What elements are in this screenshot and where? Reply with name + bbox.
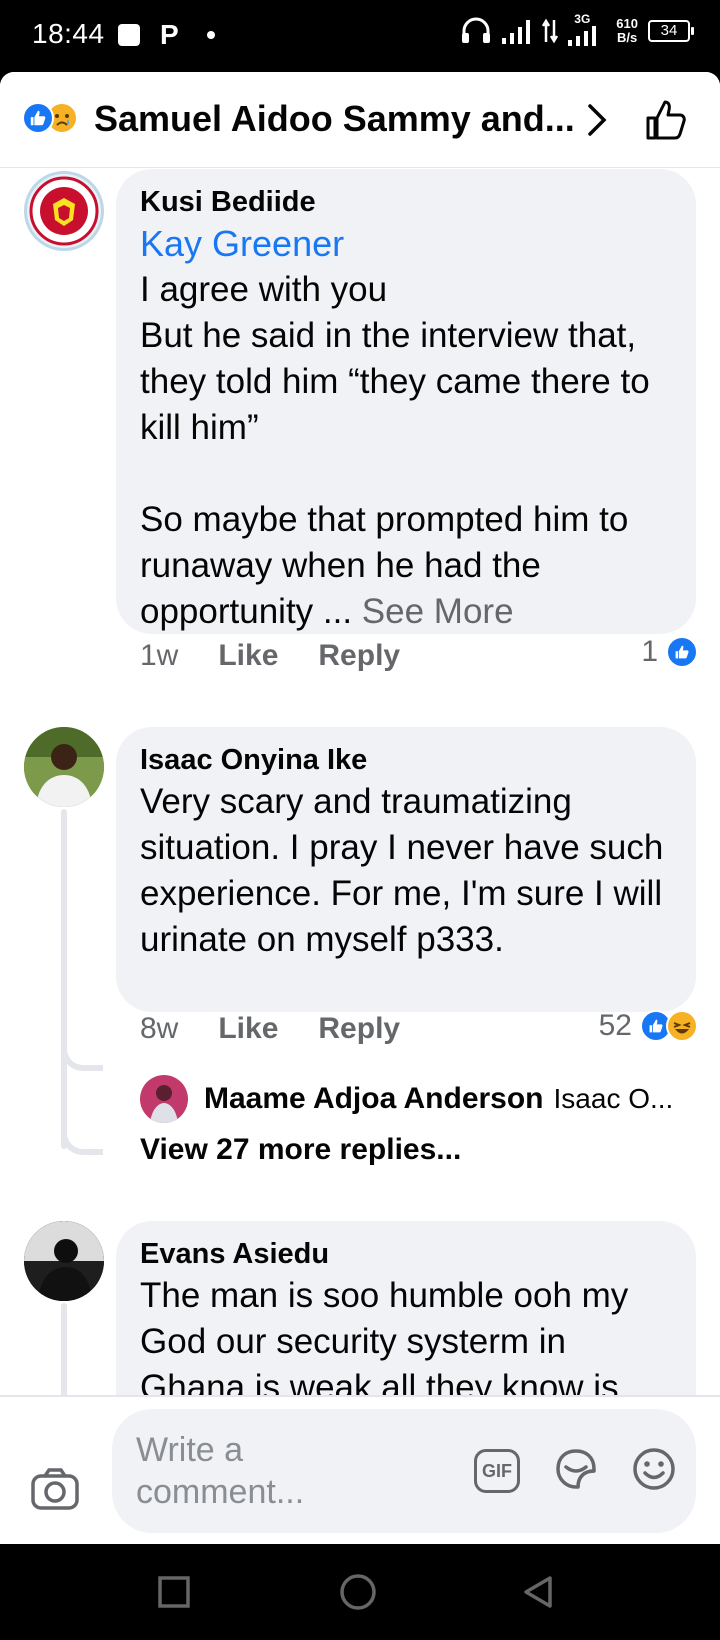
comment-time: 1w bbox=[140, 639, 179, 672]
status-time: 18:44 bbox=[32, 18, 105, 49]
status-bar: 18:44 P 3G 610 B/s 34 bbox=[0, 0, 720, 72]
reply-preview[interactable]: Maame Adjoa Anderson Isaac O... bbox=[140, 1075, 673, 1123]
comment-bubble[interactable]: Kusi Bediide Kay Greener I agree with yo… bbox=[116, 169, 696, 634]
thread-line bbox=[61, 809, 67, 1149]
reply-author[interactable]: Maame Adjoa Anderson bbox=[204, 1082, 544, 1116]
notification-square-icon bbox=[118, 24, 140, 46]
haha-reaction-icon bbox=[666, 1010, 698, 1042]
net-speed: 610 B/s bbox=[616, 17, 638, 45]
comment-text: Very scary and traumatizing situation. I… bbox=[140, 782, 674, 959]
signal-3g-icon: 3G bbox=[568, 12, 606, 46]
reply-text: Isaac O... bbox=[553, 1083, 674, 1114]
mention-link[interactable]: Kay Greener bbox=[140, 221, 672, 267]
user-photo bbox=[24, 1221, 104, 1301]
comment-time: 8w bbox=[140, 1012, 179, 1045]
data-transfer-icon bbox=[542, 18, 559, 44]
comment-text: The man is soo humble ooh my God our sec… bbox=[140, 1276, 639, 1395]
thread-connector bbox=[61, 1129, 103, 1155]
reaction-count-value: 1 bbox=[641, 635, 658, 668]
emoji-icon[interactable] bbox=[630, 1445, 678, 1493]
reaction-count-value: 52 bbox=[598, 1009, 632, 1042]
comment-author[interactable]: Kusi Bediide bbox=[140, 183, 672, 221]
post-header: Samuel Aidoo Sammy and... bbox=[0, 72, 720, 168]
recents-icon[interactable] bbox=[156, 1574, 192, 1610]
comments-screen: Samuel Aidoo Sammy and... Kusi Bediide K… bbox=[0, 72, 720, 1544]
sticker-icon[interactable] bbox=[552, 1445, 600, 1493]
system-nav-bar bbox=[0, 1544, 720, 1640]
camera-icon[interactable] bbox=[30, 1467, 80, 1511]
thread-line bbox=[61, 1303, 67, 1395]
battery-level: 34 bbox=[660, 22, 678, 39]
comment-author[interactable]: Evans Asiedu bbox=[140, 1235, 672, 1273]
like-reaction-icon bbox=[22, 102, 54, 134]
comment-text-content: I agree with you But he said in the inte… bbox=[140, 270, 650, 631]
chevron-right-icon[interactable] bbox=[582, 100, 612, 140]
comment-bubble[interactable]: Evans Asiedu The man is soo humble ooh m… bbox=[116, 1221, 696, 1395]
comment-list[interactable]: Kusi Bediide Kay Greener I agree with yo… bbox=[0, 169, 720, 1395]
avatar[interactable] bbox=[24, 171, 104, 251]
reply-button[interactable]: Reply bbox=[318, 1012, 400, 1046]
like-reaction-icon bbox=[666, 636, 698, 668]
back-icon[interactable] bbox=[520, 1574, 556, 1610]
notification-icons: P bbox=[118, 20, 215, 50]
view-more-replies-button[interactable]: View 27 more replies... bbox=[140, 1133, 461, 1167]
avatar[interactable] bbox=[24, 727, 104, 807]
comment-input[interactable]: Write a comment... GIF bbox=[112, 1409, 696, 1533]
comment-actions: 8w Like Reply bbox=[140, 1012, 440, 1046]
net-speed-unit: B/s bbox=[617, 30, 638, 45]
like-post-icon[interactable] bbox=[644, 98, 688, 142]
comment-actions: 1w Like Reply bbox=[140, 639, 440, 673]
net-speed-value: 610 bbox=[616, 16, 638, 31]
battery-icon: 34 bbox=[648, 20, 694, 42]
system-icons: 3G 610 B/s 34 bbox=[460, 12, 694, 46]
see-more-link[interactable]: See More bbox=[362, 592, 514, 631]
comment-placeholder: Write a comment... bbox=[136, 1431, 305, 1511]
reaction-count[interactable]: 52 bbox=[599, 1009, 698, 1043]
headset-icon bbox=[462, 17, 491, 43]
avatar[interactable] bbox=[24, 1221, 104, 1301]
parking-icon: P bbox=[160, 19, 179, 50]
like-button[interactable]: Like bbox=[218, 639, 278, 673]
user-photo bbox=[140, 1075, 188, 1123]
more-notifications-icon bbox=[206, 31, 215, 39]
comment-composer: Write a comment... GIF bbox=[0, 1395, 720, 1544]
user-photo bbox=[24, 727, 104, 807]
comment-author[interactable]: Isaac Onyina Ike bbox=[140, 741, 672, 779]
reply-button[interactable]: Reply bbox=[318, 639, 400, 673]
reaction-count[interactable]: 1 bbox=[641, 635, 698, 669]
home-icon[interactable] bbox=[338, 1574, 378, 1614]
club-crest-icon bbox=[29, 176, 99, 246]
reply-avatar[interactable] bbox=[140, 1075, 188, 1123]
like-button[interactable]: Like bbox=[218, 1012, 278, 1046]
comment-text: I agree with you But he said in the inte… bbox=[140, 267, 672, 635]
comment-bubble[interactable]: Isaac Onyina Ike Very scary and traumati… bbox=[116, 727, 696, 1012]
signal-icon bbox=[502, 20, 531, 44]
reaction-icons[interactable] bbox=[22, 100, 82, 136]
post-title[interactable]: Samuel Aidoo Sammy and... bbox=[94, 98, 575, 140]
thread-connector bbox=[61, 1027, 103, 1071]
gif-button[interactable]: GIF bbox=[474, 1449, 520, 1493]
